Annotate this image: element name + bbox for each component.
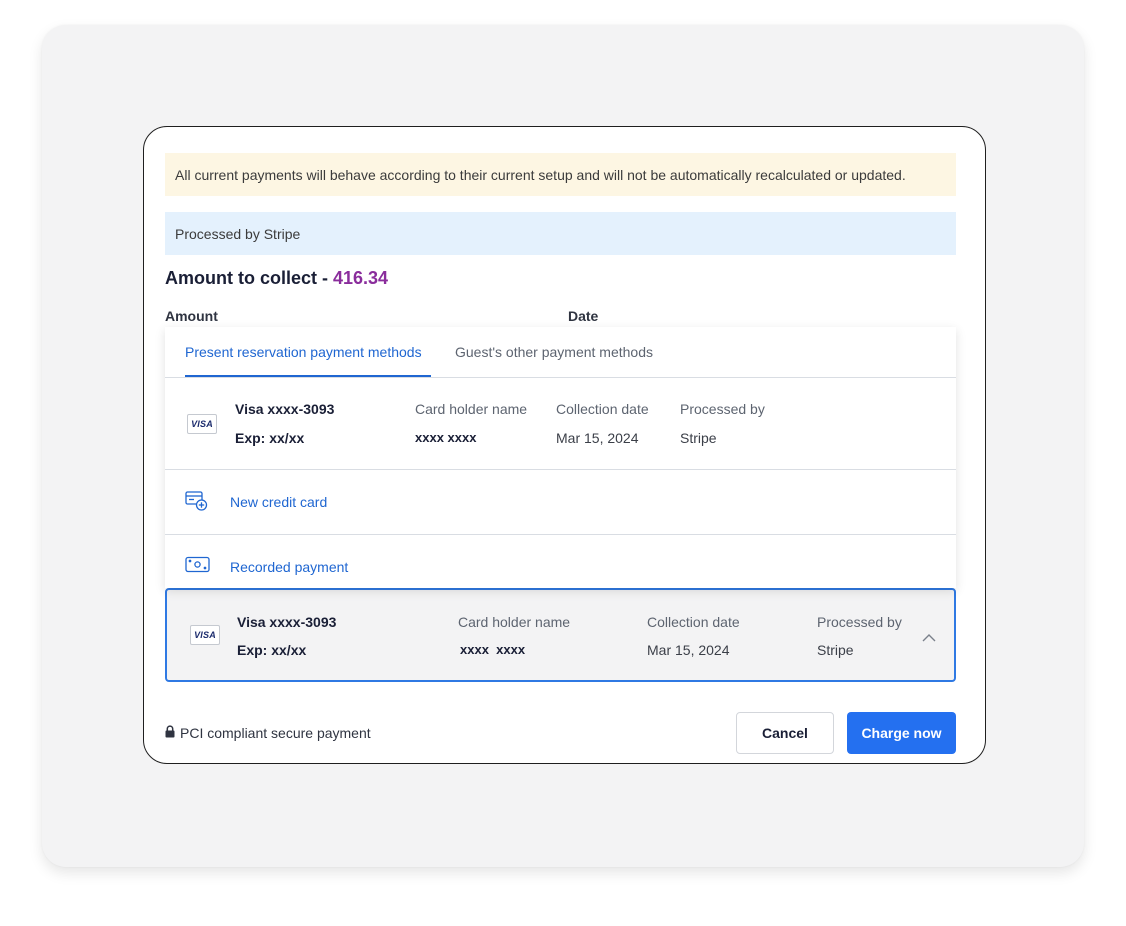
selected-processor-value: Stripe — [817, 642, 854, 658]
selected-holder-label: Card holder name — [458, 614, 571, 630]
payment-method-tabs: Present reservation payment methods Gues… — [165, 327, 956, 378]
card-expiry: Exp: xx/xx — [235, 430, 305, 446]
chevron-up-icon[interactable] — [922, 629, 936, 647]
amount-title-label: Amount to collect - — [165, 268, 333, 288]
processor-banner: Processed by Stripe — [165, 212, 956, 255]
notice-text: All current payments will behave accordi… — [175, 166, 906, 183]
recorded-payment-option[interactable]: Recorded payment — [165, 535, 956, 588]
charge-now-button[interactable]: Charge now — [847, 712, 956, 754]
selected-card-expiry: Exp: xx/xx — [237, 642, 307, 658]
lock-icon — [165, 725, 175, 741]
selected-processor-label: Processed by — [817, 614, 902, 630]
processed-by-value: Stripe — [680, 430, 717, 446]
selected-date-label: Collection date — [647, 614, 740, 630]
recalculation-notice: All current payments will behave accordi… — [165, 153, 956, 196]
cancel-button[interactable]: Cancel — [736, 712, 834, 754]
card-holder-label: Card holder name — [415, 401, 528, 417]
recorded-payment-label: Recorded payment — [230, 559, 349, 575]
card-holder-value: xxxx xxxx — [415, 430, 477, 445]
payment-method-dropdown: Present reservation payment methods Gues… — [165, 327, 956, 588]
cash-icon — [185, 556, 211, 579]
amount-to-collect-heading: Amount to collect - 416.34 — [165, 268, 388, 289]
selected-holder-value: xxxx xxxx — [460, 642, 526, 657]
pci-compliance-note: PCI compliant secure payment — [165, 725, 371, 741]
credit-card-add-icon — [185, 490, 209, 517]
charge-modal: All current payments will behave accordi… — [143, 126, 986, 764]
tab-guest-other-methods[interactable]: Guest's other payment methods — [455, 344, 653, 360]
new-credit-card-label: New credit card — [230, 494, 328, 510]
card-name: Visa xxxx-3093 — [235, 401, 335, 417]
selected-date-value: Mar 15, 2024 — [647, 642, 730, 658]
amount-field-label: Amount — [165, 308, 218, 324]
pci-text: PCI compliant secure payment — [180, 725, 371, 741]
visa-card-icon: VISA — [190, 625, 220, 645]
processed-by-label: Processed by — [680, 401, 765, 417]
amount-value: 416.34 — [333, 268, 389, 288]
date-field-label: Date — [568, 308, 599, 324]
selected-card-name: Visa xxxx-3093 — [237, 614, 337, 630]
new-credit-card-option[interactable]: New credit card — [165, 470, 956, 535]
selected-payment-method[interactable]: VISA Visa xxxx-3093 Exp: xx/xx Card hold… — [165, 588, 956, 682]
processor-banner-text: Processed by Stripe — [175, 225, 301, 242]
collection-date-value: Mar 15, 2024 — [556, 430, 639, 446]
payment-method-option-visa[interactable]: VISA Visa xxxx-3093 Exp: xx/xx Card hold… — [165, 378, 956, 470]
visa-card-icon: VISA — [187, 414, 217, 434]
active-tab-indicator — [185, 375, 431, 377]
tab-present-reservation-methods[interactable]: Present reservation payment methods — [185, 344, 422, 360]
collection-date-label: Collection date — [556, 401, 649, 417]
